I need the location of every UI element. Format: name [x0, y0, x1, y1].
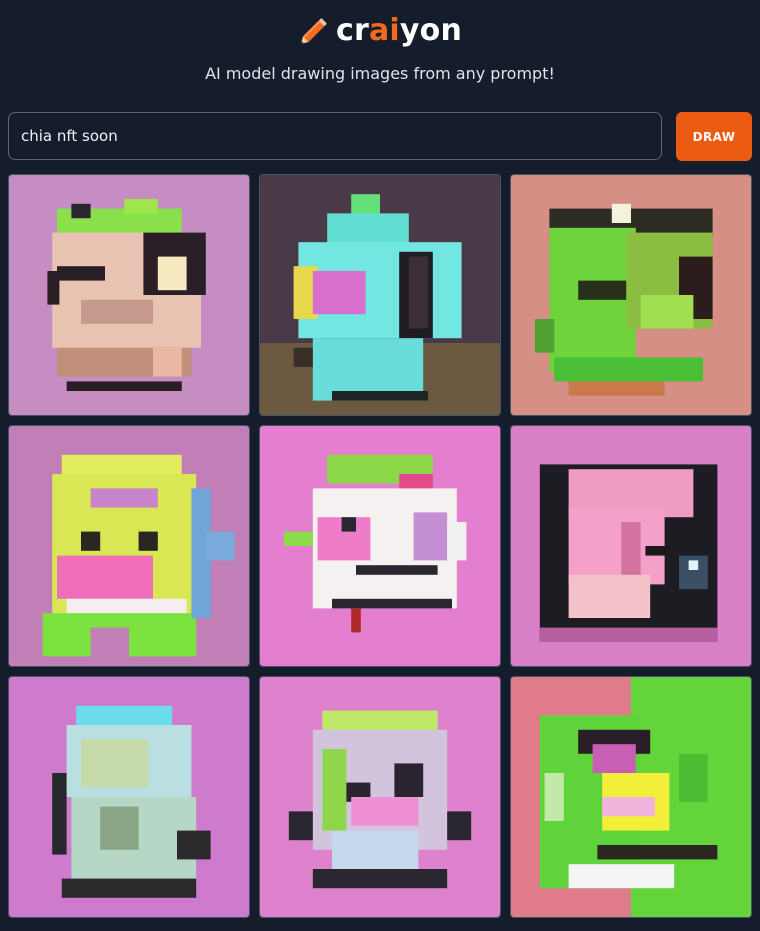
result-image-8[interactable] — [259, 676, 501, 918]
brand-highlight: ai — [368, 12, 400, 48]
result-image-7[interactable] — [8, 676, 250, 918]
result-image-3[interactable] — [510, 174, 752, 416]
pencil-icon — [300, 18, 327, 45]
brand-prefix: cr — [335, 12, 369, 48]
brand-name: craiyon — [336, 13, 462, 48]
prompt-input[interactable] — [8, 112, 662, 160]
result-image-6[interactable] — [510, 425, 752, 667]
generated-image — [9, 426, 249, 666]
tagline: AI model drawing images from any prompt! — [205, 64, 555, 83]
generated-image — [9, 677, 249, 917]
generated-image — [511, 426, 751, 666]
result-image-1[interactable] — [8, 174, 250, 416]
generated-image — [9, 175, 249, 415]
draw-button[interactable]: DRAW — [676, 112, 752, 161]
generated-image — [260, 175, 500, 415]
generated-image — [511, 175, 751, 415]
results-grid — [8, 174, 752, 918]
generated-image — [260, 426, 500, 666]
result-image-9[interactable] — [510, 676, 752, 918]
result-image-4[interactable] — [8, 425, 250, 667]
craiyon-logo[interactable]: craiyon — [0, 10, 760, 50]
generated-image — [260, 677, 500, 917]
brand-suffix: yon — [399, 12, 463, 48]
result-image-5[interactable] — [259, 425, 501, 667]
generated-image — [511, 677, 751, 917]
result-image-2[interactable] — [259, 174, 501, 416]
